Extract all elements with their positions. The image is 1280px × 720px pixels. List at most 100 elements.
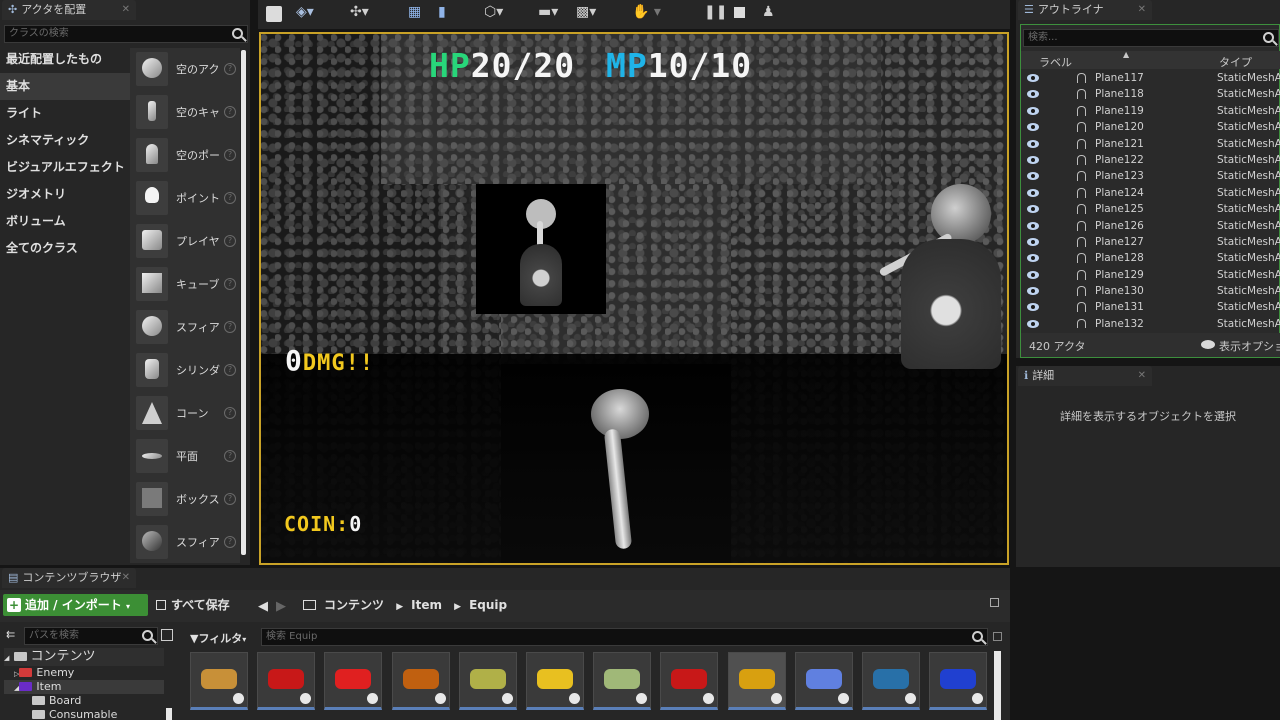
path-search-input[interactable]: パスを検索 (24, 627, 158, 645)
crown-asset[interactable] (526, 652, 584, 710)
visibility-eye-icon[interactable] (1027, 172, 1039, 181)
help-icon[interactable]: ? (224, 364, 236, 376)
play-hand-icon[interactable]: ✋ ▾ (632, 4, 661, 24)
visibility-eye-icon[interactable] (1027, 319, 1039, 328)
place-item-plane[interactable]: 平面? (130, 435, 240, 478)
category-recent[interactable]: 最近配置したもの (0, 46, 130, 73)
place-item-cylinder[interactable]: シリンダ? (130, 349, 240, 392)
forward-arrow-icon[interactable]: ▶ (276, 599, 286, 614)
filters-button[interactable]: ▼フィルタ▾ (190, 630, 246, 646)
outliner-row[interactable]: Plane119 StaticMeshActor (1021, 103, 1280, 119)
eject-icon[interactable]: ♟ (762, 4, 775, 24)
outliner-row[interactable]: Plane120 StaticMeshActor (1021, 119, 1280, 135)
sources-scrollbar[interactable] (166, 708, 172, 720)
outliner-search-input[interactable]: 検索... (1023, 29, 1279, 47)
tab-content-browser[interactable]: ▤ コンテンツブラウザ ✕ (2, 568, 136, 588)
tree-row-consumable[interactable]: Consumable (4, 708, 164, 720)
column-label[interactable]: ラベル (1039, 54, 1072, 70)
place-item-empty-actor[interactable]: 空のアク? (130, 48, 240, 91)
visibility-eye-icon[interactable] (1027, 254, 1039, 263)
visibility-eye-icon[interactable] (1027, 74, 1039, 82)
glasses-asset[interactable] (593, 652, 652, 710)
outliner-row[interactable]: Plane123 StaticMeshActor (1021, 168, 1280, 184)
place-item-box[interactable]: ボックス? (130, 478, 240, 521)
tab-details[interactable]: ℹ 詳細 ✕ (1018, 366, 1152, 386)
back-arrow-icon[interactable]: ◀ (258, 599, 268, 614)
help-icon[interactable]: ? (224, 493, 236, 505)
place-item-sphere[interactable]: スフィア? (130, 306, 240, 349)
club-asset[interactable] (190, 652, 248, 710)
category-visual-effects[interactable]: ビジュアルエフェクト (0, 154, 130, 181)
visibility-eye-icon[interactable] (1027, 155, 1039, 164)
column-type[interactable]: タイプ (1219, 54, 1252, 70)
content-icon[interactable]: ◈▾ (296, 4, 314, 24)
category-geometry[interactable]: ジオメトリ (0, 181, 130, 208)
list-view-icon[interactable] (161, 629, 173, 641)
help-icon[interactable]: ? (224, 321, 236, 333)
tab-outliner[interactable]: ☰ アウトライナ ✕ (1018, 0, 1152, 20)
tree-row-item[interactable]: ◢ Item (4, 680, 164, 694)
help-icon[interactable]: ? (224, 192, 236, 204)
lantern-asset[interactable] (727, 652, 786, 710)
tab-place-actors[interactable]: ✣ アクタを配置 ✕ (2, 0, 136, 20)
view-options-button[interactable]: 表示オプション (1219, 338, 1280, 354)
outliner-row[interactable]: Plane118 StaticMeshActor (1021, 86, 1280, 102)
help-icon[interactable]: ? (224, 106, 236, 118)
tree-row-board[interactable]: Board (4, 694, 164, 708)
asset-search-input[interactable]: 検索 Equip (261, 628, 988, 646)
save-all-button[interactable]: すべて保存 (156, 594, 230, 616)
lock-icon[interactable] (990, 598, 999, 607)
asset-grid-scrollbar[interactable] (994, 651, 1001, 720)
outliner-row[interactable]: Plane122 StaticMeshActor (1021, 152, 1280, 168)
breadcrumb-content[interactable]: コンテンツ (324, 598, 384, 612)
help-icon[interactable]: ? (224, 149, 236, 161)
outliner-row[interactable]: Plane131 StaticMeshActor (1021, 299, 1280, 315)
red-slippers-asset[interactable] (324, 652, 383, 710)
visibility-eye-icon[interactable] (1027, 205, 1039, 214)
outliner-row[interactable]: Plane128 StaticMeshActor (1021, 250, 1280, 266)
blue-dagger-asset[interactable] (862, 652, 920, 710)
class-search-input[interactable]: クラスの検索 (4, 25, 248, 43)
place-item-point-light[interactable]: ポイント? (130, 177, 240, 220)
build-icon[interactable]: ⬡▾ (484, 4, 503, 24)
visibility-eye-icon[interactable] (1027, 139, 1039, 148)
help-icon[interactable]: ? (224, 63, 236, 75)
place-actors-scrollbar[interactable] (241, 50, 246, 555)
red-boots-asset[interactable] (257, 652, 316, 710)
place-item-cone[interactable]: コーン? (130, 392, 240, 435)
outliner-row[interactable]: Plane121 StaticMeshActor (1021, 136, 1280, 152)
visibility-eye-icon[interactable] (1027, 237, 1039, 246)
visibility-eye-icon[interactable] (1027, 123, 1039, 132)
outliner-row[interactable]: Plane127 StaticMeshActor (1021, 234, 1280, 250)
outliner-row[interactable]: Plane125 StaticMeshActor (1021, 201, 1280, 217)
visibility-eye-icon[interactable] (1027, 303, 1039, 312)
breadcrumb-equip[interactable]: Equip (469, 598, 507, 612)
red-feather-asset[interactable] (660, 652, 719, 710)
outliner-row[interactable]: Plane129 StaticMeshActor (1021, 267, 1280, 283)
breadcrumb-item[interactable]: Item (411, 598, 442, 612)
visibility-eye-icon[interactable] (1027, 270, 1039, 279)
ring-asset[interactable] (458, 652, 517, 710)
category-volumes[interactable]: ボリューム (0, 208, 130, 235)
close-icon[interactable]: ✕ (122, 568, 130, 588)
modes-icon[interactable]: ✣▾ (350, 4, 369, 24)
save-search-icon[interactable] (993, 632, 1002, 641)
pause-icon[interactable]: ❚❚ (704, 4, 727, 24)
tree-row-enemy[interactable]: ▷ Enemy (4, 666, 164, 680)
place-item-empty-pawn[interactable]: 空のポー? (130, 134, 240, 177)
add-import-button[interactable]: + 追加 / インポート ▾ (3, 594, 148, 616)
help-icon[interactable]: ? (224, 450, 236, 462)
help-icon[interactable]: ? (224, 407, 236, 419)
visibility-eye-icon[interactable] (1027, 221, 1039, 230)
close-icon[interactable]: ✕ (1138, 0, 1146, 20)
help-icon[interactable]: ? (224, 278, 236, 290)
visibility-eye-icon[interactable] (1027, 188, 1039, 197)
cinematics-icon[interactable]: ▬▾ (538, 4, 558, 24)
place-item-sphere-reflection[interactable]: スフィア? (130, 521, 240, 564)
help-icon[interactable]: ? (224, 235, 236, 247)
visibility-eye-icon[interactable] (1027, 106, 1039, 115)
game-viewport[interactable]: HP20/20 MP10/10 0DMG!! COIN:0 (259, 32, 1009, 565)
brown-shoes-asset[interactable] (391, 652, 450, 710)
category-basic[interactable]: 基本 (0, 73, 130, 100)
blue-lantern-asset[interactable] (794, 652, 853, 710)
